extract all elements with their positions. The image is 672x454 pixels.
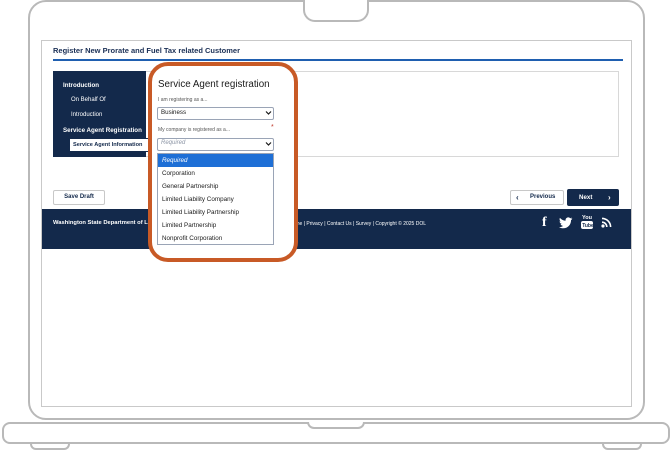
dropdown-option-nonprofit-corporation[interactable]: Nonprofit Corporation — [158, 232, 273, 245]
laptop-foot-right — [602, 444, 642, 450]
page-title: Register New Prorate and Fuel Tax relate… — [53, 46, 240, 55]
next-label: Next — [579, 194, 593, 201]
chevron-down-icon — [265, 111, 272, 115]
sidebar-item-service-agent-registration[interactable]: Service Agent Registration — [63, 127, 142, 134]
svg-text:You: You — [582, 215, 592, 221]
dropdown-option-limited-partnership[interactable]: Limited Partnership — [158, 219, 273, 232]
sidebar-item-introduction-sub[interactable]: Introduction — [71, 112, 102, 118]
laptop-trackpad-notch — [307, 422, 365, 429]
next-button[interactable]: Next › — [567, 189, 619, 206]
sidebar-item-service-agent-information[interactable]: Service Agent Information — [69, 138, 149, 152]
modal-title: Service Agent registration — [158, 79, 270, 90]
chevron-left-icon: ‹ — [516, 193, 519, 202]
dropdown-option-required[interactable]: Required — [158, 154, 273, 167]
chevron-down-icon — [265, 142, 272, 146]
sidebar-item-on-behalf-of[interactable]: On Behalf Of — [71, 97, 106, 103]
laptop-foot-left — [30, 444, 70, 450]
rss-icon[interactable] — [601, 217, 612, 228]
dropdown-option-corporation[interactable]: Corporation — [158, 167, 273, 180]
company-type-placeholder: Required — [161, 140, 186, 146]
screen: Register New Prorate and Fuel Tax relate… — [41, 40, 632, 407]
registering-as-value: Business — [161, 109, 187, 116]
dropdown-option-llp[interactable]: Limited Liability Partnership — [158, 206, 273, 219]
svg-text:Tube: Tube — [582, 223, 593, 229]
previous-button[interactable]: ‹ Previous — [510, 190, 564, 205]
company-registered-label: My company is registered as a... — [158, 127, 230, 133]
save-draft-button[interactable]: Save Draft — [53, 190, 105, 205]
twitter-icon[interactable] — [559, 217, 573, 229]
registering-as-label: I am registering as a... — [158, 97, 208, 103]
dropdown-option-general-partnership[interactable]: General Partnership — [158, 180, 273, 193]
dropdown-option-llc[interactable]: Limited Liability Company — [158, 193, 273, 206]
previous-label: Previous — [530, 194, 556, 200]
title-divider — [53, 59, 623, 61]
sidebar-item-introduction[interactable]: Introduction — [63, 82, 99, 89]
laptop-camera-notch — [303, 0, 369, 22]
youtube-icon[interactable]: You Tube — [581, 213, 593, 230]
facebook-icon[interactable]: f — [542, 215, 547, 231]
footer-links[interactable]: Home | Privacy | Contact Us | Survey | C… — [289, 221, 426, 227]
chevron-right-icon: › — [608, 193, 611, 202]
required-asterisk: * — [271, 124, 274, 131]
